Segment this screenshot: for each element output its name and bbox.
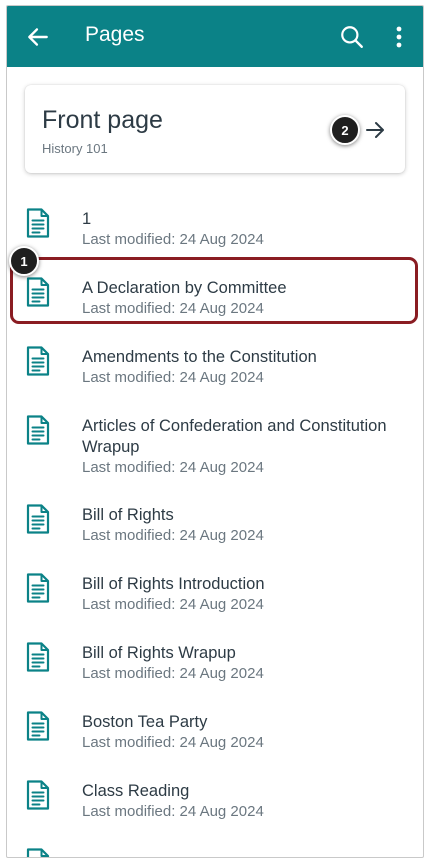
last-modified: Last modified: 24 Aug 2024 [82,665,264,682]
last-modified: Last modified: 24 Aug 2024 [82,734,264,751]
document-icon [25,711,51,741]
last-modified: Last modified: 24 Aug 2024 [82,527,264,544]
page-name: Bill of Rights Wrapup [82,644,236,662]
search-icon[interactable] [339,24,365,50]
callout-badge-2: 2 [330,115,360,145]
list-item[interactable]: Bill of Rights Last modified: 24 Aug 2024 [7,487,423,547]
more-vertical-icon[interactable] [389,24,409,50]
document-icon [25,848,51,857]
list-item[interactable]: Class Reading Last modified: 24 Aug 2024 [7,763,423,823]
last-modified: Last modified: 24 Aug 2024 [82,803,264,820]
document-icon [25,573,51,603]
page-name: 1 [82,210,92,228]
device-frame: Pages Front page History 101 2 1 1 Last m… [6,5,424,858]
page-title: Pages [85,23,145,46]
last-modified: Last modified: 24 Aug 2024 [82,369,264,386]
document-icon [25,504,51,534]
document-icon [25,780,51,810]
list-item[interactable]: 1 Last modified: 24 Aug 2024 [7,191,423,251]
document-icon [25,642,51,672]
page-name: Class Reading [82,782,190,800]
page-name: Amendments to the Constitution [82,348,317,366]
front-page-title: Front page [42,106,163,134]
document-icon [25,208,51,238]
last-modified: Last modified: 24 Aug 2024 [82,459,264,476]
list-item[interactable]: Bill of Rights Introduction Last modified… [7,556,423,616]
page-name: Boston Tea Party [82,713,208,731]
list-item[interactable]: Amendments to the Constitution Last modif… [7,329,423,389]
document-icon [25,415,51,445]
page-name: Bill of Rights Introduction [82,575,265,593]
document-icon [25,346,51,376]
list-item[interactable]: Bill of Rights Wrapup Last modified: 24 A… [7,625,423,685]
arrow-right-icon[interactable] [363,118,387,142]
app-bar: Pages [7,6,423,67]
callout-badge-1: 1 [9,246,39,276]
list-item[interactable]: Articles of Confederation and Constituti… [7,398,423,476]
last-modified: Last modified: 24 Aug 2024 [82,596,264,613]
page-name: Articles of Confederation and Constituti… [82,417,387,456]
last-modified: Last modified: 24 Aug 2024 [82,231,264,248]
arrow-left-icon[interactable] [25,24,51,50]
highlight-box [10,257,418,324]
front-page-course: History 101 [42,141,108,156]
page-name: Bill of Rights [82,506,174,524]
list-item[interactable]: Boston Tea Party Last modified: 24 Aug 20… [7,694,423,754]
